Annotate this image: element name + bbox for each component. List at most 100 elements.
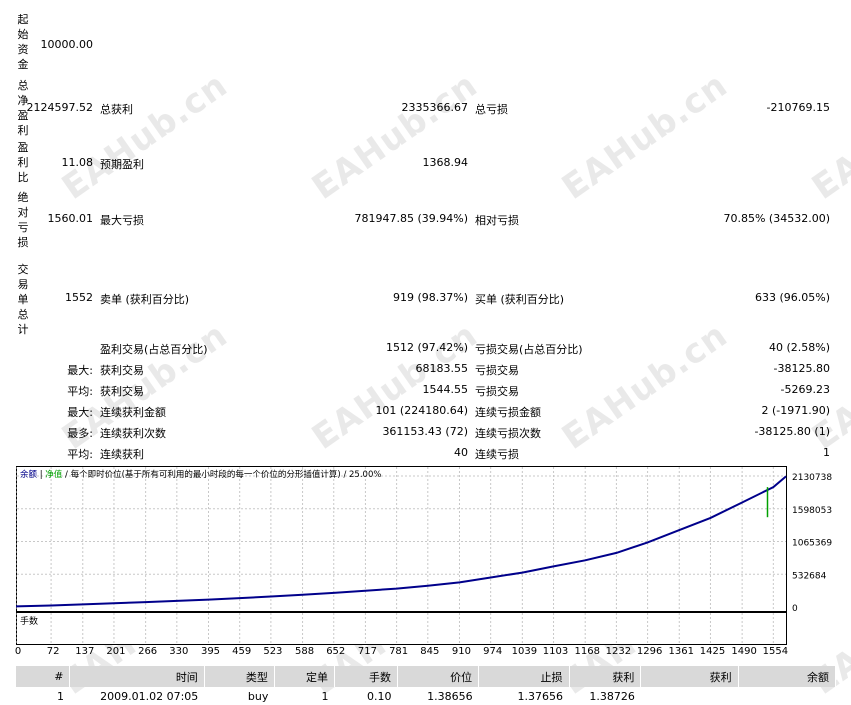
table-cell: 1 [56,689,64,703]
modeling-note: 每个即时价位(基于所有可利用的最小时段的每一个价位的分形插值计算) [71,469,341,480]
net-profit-value: 2124597.52 [26,101,93,114]
y-tick-label: 1598053 [792,506,832,516]
balance-chart: 手数 2130738 1598053 1065369 532684 0 余额 | 净值 / … [16,466,832,645]
gross-loss-label: 总亏损 [475,103,508,116]
x-tick-label: 1168 [574,646,600,657]
long-positions-value: 633 (96.05%) [754,291,830,304]
x-tick-label: 781 [389,646,409,657]
chart-frame [16,466,787,612]
stat-label: 连续亏损金额 [475,406,541,419]
column-header[interactable]: 价位 [397,666,480,687]
column-header[interactable]: # [16,666,71,687]
x-tick-label: 0 [14,646,22,657]
stat-label: 盈利交易(占总百分比) [100,343,208,356]
column-header[interactable]: 获利 [569,666,642,687]
lot-panel-label: 手数 [20,615,38,627]
stat-prefix: 平均: [67,448,93,461]
x-tick-label: 266 [138,646,158,657]
stat-label: 连续亏损次数 [475,427,541,440]
trades-table: # 时间 类型 定单 手数 价位 止损 获利 获利 余额 1 2009.01.02 07:05 buy… [16,666,837,705]
column-header[interactable]: 定单 [274,666,336,687]
chart-header: 余额 | 净值 / 每个即时价位(基于所有可利用的最小时段的每一个价位的分形插值… [20,469,381,480]
stat-value: 361153.43 (72) [382,425,468,438]
total-trades-value: 1552 [65,291,93,304]
stat-label: 连续获利金额 [100,406,166,419]
stat-value: 40 [454,446,468,459]
x-tick-label: 1232 [605,646,632,657]
x-tick-label: 1039 [511,646,538,657]
balance-legend: 余额 [20,469,38,480]
x-tick-label: 459 [232,646,252,657]
x-tick-label: 652 [326,646,346,657]
watermark: EAHub.cn [555,64,736,208]
stat-label: 亏损交易 [475,364,519,377]
short-positions-value: 919 (98.37%) [392,291,468,304]
expected-payoff-label: 预期盈利 [100,158,144,171]
x-tick-label: 910 [451,646,472,657]
x-tick-label: 588 [295,646,315,657]
y-tick-label: 0 [792,604,798,614]
x-tick-label: 1554 [762,646,789,657]
stat-value: -38125.80 (1) [754,425,830,438]
y-tick-label: 532684 [792,571,827,581]
x-tick-label: 1425 [699,646,726,657]
x-tick-label: 137 [75,646,95,657]
stat-value: 101 (224180.64) [375,404,468,417]
initial-deposit-label: 起始资金 [17,13,29,71]
stat-prefix: 最多: [67,427,93,440]
initial-deposit-value: 10000.00 [40,38,94,51]
stat-value: 2 (-1971.90) [761,404,830,417]
column-header[interactable]: 止损 [478,666,570,687]
table-cell: 2009.01.02 07:05 [100,689,199,703]
stat-value: 68183.55 [415,362,469,375]
table-cell: 0.10 [366,689,392,703]
table-cell [641,687,738,705]
column-header[interactable]: 类型 [204,666,275,687]
watermark: EAHub.cn [55,64,236,208]
y-tick-label: 1065369 [792,539,832,549]
x-tick-label: 1361 [668,646,694,657]
column-header[interactable]: 手数 [334,666,398,687]
x-axis: 0 72 137 201 266 330 395 459 523 588 652 717 781 845 9… [14,646,806,660]
rel-drawdown-label: 相对亏损 [475,214,519,227]
x-tick-label: 72 [46,646,60,657]
x-tick-label: 201 [106,646,126,657]
table-cell [738,687,835,705]
table-cell: 1 [321,689,329,703]
stat-label: 获利交易 [100,385,144,398]
stat-value: -38125.80 [773,362,830,375]
x-tick-label: 395 [200,646,221,657]
profit-factor-value: 11.08 [61,156,94,169]
max-drawdown-label: 最大亏损 [100,214,144,227]
x-tick-label: 845 [420,646,440,657]
watermark: EAHub.cn [305,64,486,208]
total-trades-label: 交易单总计 [17,263,29,336]
column-header[interactable]: 时间 [69,666,205,687]
equity-legend: 净值 [45,469,63,480]
x-tick-label: 1490 [731,646,757,657]
stat-value: -5269.23 [780,383,830,396]
table-row[interactable]: 1 2009.01.02 07:05 buy 1 0.10 1.38656 1.37656 1… [16,687,836,705]
gross-loss-value: -210769.15 [766,101,830,114]
short-positions-label: 卖单 (获利百分比) [100,293,190,306]
stat-value: 40 (2.58%) [768,341,830,354]
stat-label: 连续获利 [100,448,144,461]
x-tick-label: 523 [263,646,283,657]
column-header[interactable]: 余额 [738,666,837,687]
x-tick-label: 1103 [542,646,569,657]
column-header[interactable]: 获利 [640,666,739,687]
stat-prefix: 平均: [67,385,93,398]
profit-factor-label: 盈利比 [17,141,29,184]
stat-label: 亏损交易 [475,385,519,398]
stat-value: 1512 (97.42%) [385,341,468,354]
stat-label: 亏损交易(占总百分比) [475,343,583,356]
stat-label: 获利交易 [100,364,144,377]
stat-label: 连续获利次数 [100,427,166,440]
x-tick-label: 330 [169,646,189,657]
gross-profit-value: 2335366.67 [401,101,468,114]
stat-value: 1544.55 [422,383,469,396]
expected-payoff-value: 1368.94 [422,156,469,169]
watermark: EAHub.cn [555,314,736,458]
x-tick-label: 974 [483,646,503,657]
modeling-quality: 25.00% [349,470,381,480]
